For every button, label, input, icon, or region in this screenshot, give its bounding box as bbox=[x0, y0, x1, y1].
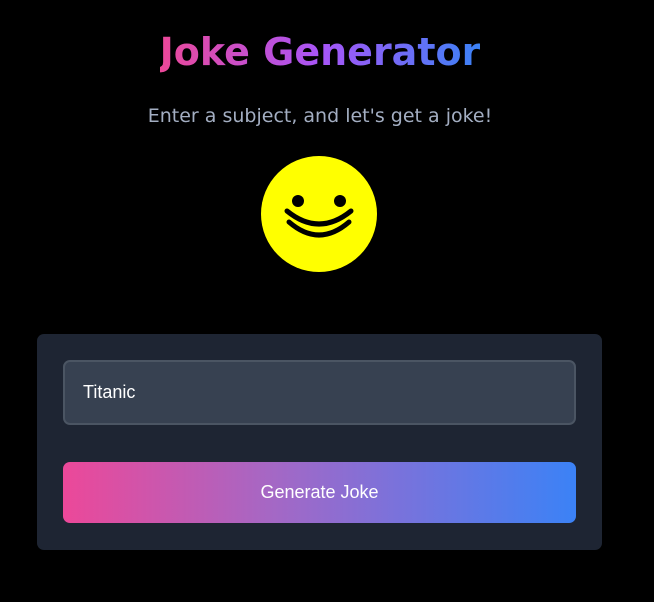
generate-joke-button[interactable]: Generate Joke bbox=[63, 462, 576, 523]
smiley-face-icon bbox=[261, 156, 377, 272]
page-subtitle: Enter a subject, and let's get a joke! bbox=[147, 105, 493, 127]
subject-input[interactable] bbox=[63, 360, 576, 425]
page-title-text: Joke Generator bbox=[159, 30, 481, 74]
smiley-face-circle bbox=[261, 156, 377, 272]
smiley-right-eye bbox=[334, 195, 346, 207]
joke-form-card: Generate Joke bbox=[37, 334, 602, 550]
page-title: Joke Generator bbox=[0, 26, 640, 78]
joke-generator-page: Joke Generator Enter a subject, and let'… bbox=[0, 0, 654, 602]
smiley-left-eye bbox=[292, 195, 304, 207]
